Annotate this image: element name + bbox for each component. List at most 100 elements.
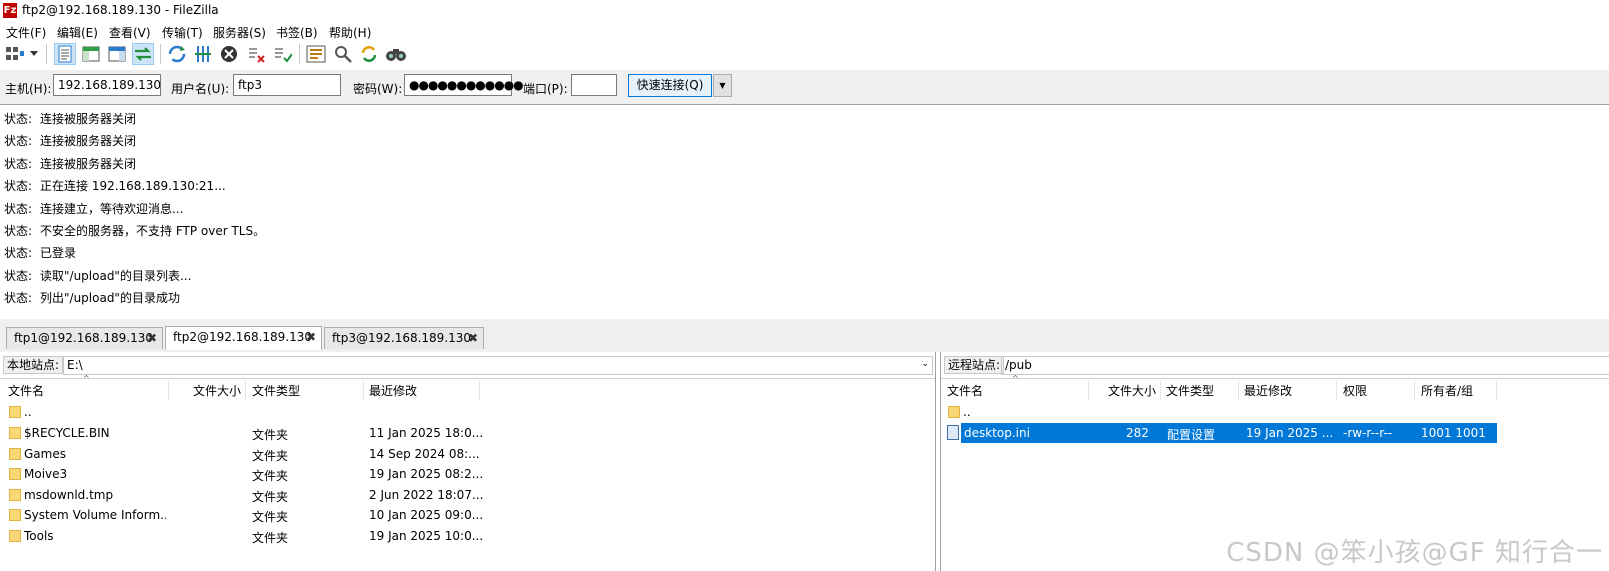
folder-icon [9, 466, 21, 480]
sort-ascending-icon: ^ [1012, 374, 1019, 383]
filezilla-app-icon: Fz [3, 3, 17, 18]
message-log[interactable]: 状态: 连接被服务器关闭 状态: 连接被服务器关闭 状态: 连接被服务器关闭 状态: 正… [0, 104, 1609, 320]
menu-bar: 文件(F) 编辑(E) 查看(V) 传输(T) 服务器(S) 书签(B) 帮助(… [0, 22, 1609, 40]
file-row[interactable]: Moive3 文件夹 19 Jan 2025 08:2... [0, 464, 935, 484]
toggle-transfer-queue-icon[interactable] [132, 43, 154, 65]
log-line: 状态: 连接被服务器关闭 [4, 112, 137, 126]
file-row[interactable]: System Volume Inform... 文件夹 10 Jan 2025 … [0, 505, 935, 525]
local-col-type[interactable]: 文件类型 [252, 382, 300, 399]
local-col-name[interactable]: 文件名 [8, 382, 44, 399]
local-col-size[interactable]: 文件大小 [193, 382, 241, 399]
file-row[interactable]: .. [0, 402, 935, 422]
site-manager-icon[interactable] [4, 43, 26, 65]
disconnect-icon[interactable] [245, 43, 267, 65]
menu-view[interactable]: 查看(V) [109, 24, 151, 41]
column-divider[interactable] [1088, 380, 1089, 400]
host-input[interactable]: 192.168.189.130 [53, 74, 161, 96]
file-icon [947, 425, 959, 440]
log-line: 状态: 读取"/upload"的目录列表... [4, 269, 192, 283]
column-divider[interactable] [1496, 380, 1497, 400]
log-line: 状态: 已登录 [4, 246, 77, 260]
toolbar-separator [160, 44, 161, 64]
file-row[interactable]: .. [941, 402, 1609, 422]
remote-col-permissions[interactable]: 权限 [1343, 382, 1367, 399]
process-queue-icon[interactable] [192, 43, 214, 65]
refresh-icon[interactable] [166, 43, 188, 65]
tab-ftp1[interactable]: ftp1@192.168.189.130 ✖ [6, 327, 163, 349]
sync-browse-icon[interactable] [358, 43, 380, 65]
close-icon[interactable]: ✖ [306, 327, 316, 347]
remote-col-modified[interactable]: 最近修改 [1244, 382, 1292, 399]
log-line: 状态: 列出"/upload"的目录成功 [4, 291, 180, 305]
chevron-down-icon[interactable]: ⌄ [921, 359, 929, 369]
file-row[interactable]: msdownld.tmp 文件夹 2 Jun 2022 18:07... [0, 485, 935, 505]
password-label: 密码(W): [353, 82, 403, 96]
cancel-icon[interactable] [218, 43, 240, 65]
directory-filter-icon[interactable] [305, 43, 327, 65]
menu-transfer[interactable]: 传输(T) [162, 24, 203, 41]
column-divider[interactable] [363, 380, 364, 400]
port-label: 端口(P): [523, 82, 568, 96]
column-divider[interactable] [1414, 380, 1415, 400]
folder-icon [9, 507, 21, 521]
file-row[interactable]: Tools 文件夹 19 Jan 2025 10:0... [0, 526, 935, 546]
window-title: ftp2@192.168.189.130 - FileZilla [22, 3, 219, 17]
local-pane: 本地站点: E:\ ⌄ ^ 文件名 文件大小 文件类型 最近修改 .. $REC… [0, 352, 936, 571]
log-line: 状态: 正在连接 192.168.189.130:21... [4, 179, 226, 193]
remote-col-type[interactable]: 文件类型 [1166, 382, 1214, 399]
column-divider[interactable] [245, 380, 246, 400]
toolbar [0, 40, 1609, 70]
local-path-bar: 本地站点: E:\ ⌄ [0, 352, 935, 379]
remote-col-name[interactable]: 文件名 [947, 382, 983, 399]
column-divider[interactable] [1238, 380, 1239, 400]
username-label: 用户名(U): [171, 82, 230, 96]
local-path-input[interactable]: E:\ [63, 356, 933, 375]
log-line: 状态: 连接被服务器关闭 [4, 157, 137, 171]
tab-ftp3[interactable]: ftp3@192.168.189.130 ✖ [324, 327, 484, 349]
remote-site-label: 远程站点: [944, 356, 1005, 374]
search-icon[interactable] [385, 43, 407, 65]
folder-icon [9, 404, 21, 418]
local-col-modified[interactable]: 最近修改 [369, 382, 417, 399]
toggle-remote-tree-icon[interactable] [106, 43, 128, 65]
remote-col-size[interactable]: 文件大小 [1108, 382, 1156, 399]
column-divider[interactable] [168, 380, 169, 400]
menu-help[interactable]: 帮助(H) [329, 24, 371, 41]
close-icon[interactable]: ✖ [468, 328, 478, 348]
host-label: 主机(H): [5, 82, 52, 96]
file-row-selected[interactable]: desktop.ini 282 配置设置 19 Jan 2025 ... -rw… [961, 423, 1497, 443]
column-divider[interactable] [1160, 380, 1161, 400]
toolbar-separator [299, 44, 300, 64]
remote-path-input[interactable]: /pub [1001, 356, 1609, 375]
menu-file[interactable]: 文件(F) [6, 24, 46, 41]
toggle-local-tree-icon[interactable] [80, 43, 102, 65]
file-row[interactable]: $RECYCLE.BIN 文件夹 11 Jan 2025 18:0... [0, 423, 935, 443]
directory-compare-icon[interactable] [332, 43, 354, 65]
column-divider[interactable] [479, 380, 480, 400]
file-row[interactable]: Games 文件夹 14 Sep 2024 08:... [0, 444, 935, 464]
folder-icon [9, 425, 21, 439]
quickconnect-bar: 主机(H): 192.168.189.130 用户名(U): ftp3 密码(W… [0, 70, 1609, 104]
password-input[interactable]: ●●●●●●●●●●●● [404, 74, 524, 96]
folder-icon [9, 487, 21, 501]
port-input[interactable] [571, 74, 617, 96]
folder-icon [9, 446, 21, 460]
reconnect-icon[interactable] [271, 43, 293, 65]
sort-ascending-icon: ^ [83, 374, 90, 383]
close-icon[interactable]: ✖ [147, 328, 157, 348]
watermark: CSDN @笨小孩@GF 知行合一 [1226, 538, 1603, 568]
chevron-down-icon[interactable]: ▼ [713, 74, 732, 97]
log-line: 状态: 连接被服务器关闭 [4, 134, 137, 148]
column-divider[interactable] [1336, 380, 1337, 400]
quickconnect-button[interactable]: 快速连接(Q) [628, 74, 712, 97]
menu-bookmarks[interactable]: 书签(B) [276, 24, 318, 41]
toolbar-separator [46, 44, 47, 64]
toggle-message-log-icon[interactable] [54, 43, 76, 65]
menu-edit[interactable]: 编辑(E) [57, 24, 98, 41]
dropdown-arrow-icon[interactable] [27, 43, 41, 65]
remote-path-bar: 远程站点: /pub [941, 352, 1609, 379]
tab-ftp2[interactable]: ftp2@192.168.189.130 ✖ [165, 326, 322, 350]
username-input[interactable]: ftp3 [233, 74, 341, 96]
remote-col-owner[interactable]: 所有者/组 [1421, 382, 1473, 399]
menu-server[interactable]: 服务器(S) [213, 24, 266, 41]
